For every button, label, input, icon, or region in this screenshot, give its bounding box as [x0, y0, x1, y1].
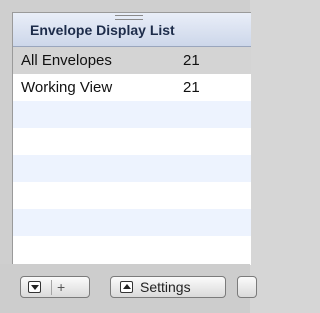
list-item-working-view[interactable]: Working View 21	[13, 74, 251, 101]
settings-label: Settings	[140, 279, 191, 295]
envelope-display-list-panel: Envelope Display List All Envelopes 21 W…	[12, 12, 251, 265]
list-header[interactable]: Envelope Display List	[13, 13, 251, 47]
bottom-toolbar: + Settings	[0, 264, 257, 313]
empty-row	[13, 182, 251, 209]
empty-row	[13, 128, 251, 155]
list-item-count: 21	[183, 79, 200, 96]
button-divider	[51, 280, 52, 295]
list-title: Envelope Display List	[30, 22, 175, 38]
add-button[interactable]: +	[57, 279, 65, 295]
list-item-name: All Envelopes	[21, 52, 112, 69]
more-button[interactable]	[237, 276, 257, 298]
empty-row	[13, 236, 251, 263]
settings-button[interactable]: Settings	[110, 276, 226, 298]
add-envelope-button-group[interactable]: +	[20, 276, 90, 298]
chevron-up-icon	[120, 281, 133, 293]
empty-row	[13, 101, 251, 128]
list-item-all-envelopes[interactable]: All Envelopes 21	[13, 47, 251, 74]
chevron-down-icon[interactable]	[28, 281, 41, 293]
resize-grip-icon[interactable]	[115, 15, 143, 20]
empty-row	[13, 155, 251, 182]
envelope-list: All Envelopes 21 Working View 21	[13, 47, 251, 265]
list-item-count: 21	[183, 52, 200, 69]
empty-row	[13, 209, 251, 236]
list-item-name: Working View	[21, 79, 113, 96]
envelope-display-window: Envelope Display List All Envelopes 21 W…	[0, 0, 257, 313]
